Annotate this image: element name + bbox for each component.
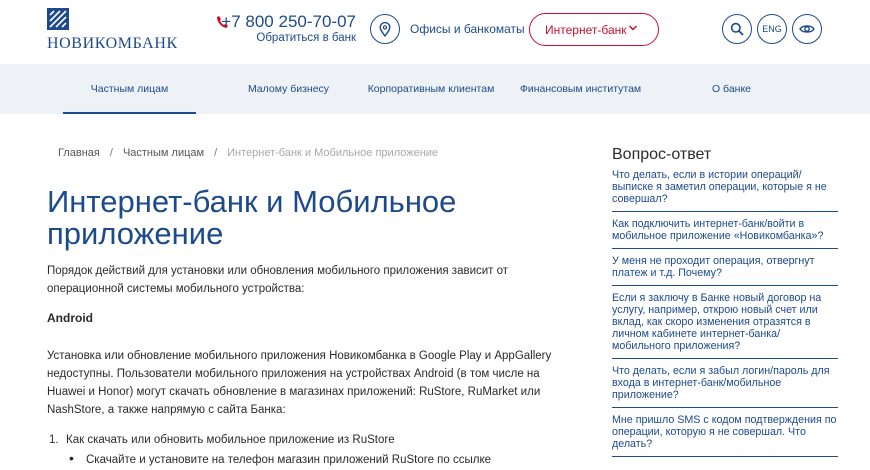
nav-item-small-business[interactable]: Малому бизнесу — [222, 64, 355, 114]
android-heading: Android — [47, 311, 93, 325]
faq-link[interactable]: Что делать, если в истории операций/выпи… — [612, 169, 838, 212]
bullet-list-item-text: Скачайте и установите на телефон магазин… — [86, 454, 492, 466]
chevron-down-icon — [628, 25, 638, 31]
location-pin-icon — [379, 21, 391, 37]
intro-paragraph: Порядок действий для установки или обнов… — [47, 265, 509, 295]
search-icon — [730, 22, 744, 36]
breadcrumb-separator: / — [214, 147, 218, 159]
eye-icon — [799, 25, 815, 33]
offices-button[interactable] — [370, 14, 400, 44]
bullet-list-item: • Скачайте и установите на телефон магази… — [69, 449, 491, 469]
list-number: 1. — [49, 434, 59, 446]
phone-number[interactable]: +7 800 250-70-07 — [221, 12, 356, 32]
logo-mark-icon — [47, 8, 69, 30]
nav-item-individuals[interactable]: Частным лицам — [63, 64, 196, 114]
breadcrumb-separator: / — [109, 147, 113, 159]
faq-link[interactable]: Если я заключу в Банке новый договор на … — [612, 292, 838, 359]
logo[interactable]: НОВИКОМБАНК — [47, 8, 187, 54]
breadcrumb: Главная / Частным лицам / Интернет-банк и Мо… — [58, 147, 438, 159]
language-button[interactable]: ENG — [757, 14, 787, 44]
site-header: НОВИКОМБАНК +7 800 250-70-07 Обратиться … — [0, 0, 870, 64]
nav-item-corporate[interactable]: Корпоративным клиентам — [366, 64, 496, 114]
page-title: Интернет-банк и Мобильное приложение — [47, 184, 457, 251]
internet-bank-button[interactable]: Интернет-банк — [529, 13, 659, 46]
offices-link[interactable]: Офисы и банкоматы — [410, 22, 525, 36]
breadcrumb-home[interactable]: Главная — [58, 147, 100, 159]
ordered-list-item-text: Как скачать или обновить мобильное прило… — [66, 434, 395, 446]
main-nav: Частным лицам Малому бизнесу Корпоративн… — [0, 64, 870, 114]
nav-item-financial-institutions[interactable]: Финансовым институтам — [515, 64, 646, 114]
phone-block[interactable]: +7 800 250-70-07 Обратиться в банк — [214, 11, 356, 49]
breadcrumb-current: Интернет-банк и Мобильное приложение — [227, 147, 439, 159]
logo-text: НОВИКОМБАНК — [47, 35, 178, 52]
nav-item-about[interactable]: О банке — [680, 64, 783, 114]
faq-link[interactable]: Что делать, если я забыл логин/пароль дл… — [612, 365, 838, 408]
faq-link[interactable]: У меня не проходит операция, отвергнут п… — [612, 255, 838, 286]
faq-link[interactable]: Мне пришло SMS с кодом подтверждения по … — [612, 414, 838, 457]
bullet-marker: • — [69, 450, 74, 466]
ordered-list-item: 1. Как скачать или обновить мобильное при… — [49, 431, 395, 449]
search-button[interactable] — [722, 14, 752, 44]
faq-link[interactable]: Как подключить интернет-банк/войти в моб… — [612, 218, 838, 249]
contact-bank-link[interactable]: Обратиться в банк — [256, 32, 356, 44]
faq-title: Вопрос-ответ — [612, 146, 712, 163]
breadcrumb-individuals[interactable]: Частным лицам — [123, 147, 204, 159]
language-label: ENG — [762, 24, 782, 34]
accessibility-button[interactable] — [792, 14, 822, 44]
internet-bank-label: Интернет-банк — [545, 22, 627, 37]
faq-sidebar: Вопрос-ответ Что делать, если в истории … — [612, 146, 838, 463]
android-paragraph: Установка или обновление мобильного прил… — [47, 350, 552, 416]
